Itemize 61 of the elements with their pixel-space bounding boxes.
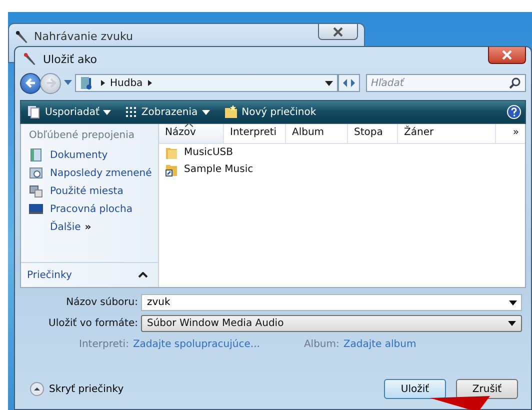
field-label: Album:	[304, 339, 340, 350]
more-link[interactable]: Ďalšie »	[29, 218, 158, 236]
refresh-button[interactable]	[338, 74, 360, 92]
breadcrumb[interactable]: Hudba	[110, 78, 143, 88]
column-header[interactable]: »	[496, 124, 525, 143]
folder-icon	[165, 146, 179, 160]
favorite-link[interactable]: Dokumenty	[29, 146, 158, 164]
grid-icon	[125, 106, 138, 118]
column-header[interactable]: Stopa	[348, 124, 398, 143]
search-icon	[509, 77, 521, 89]
toolbar-button[interactable]: Nový priečinok	[222, 105, 318, 119]
pages-icon	[27, 105, 41, 119]
help-button[interactable]	[507, 105, 521, 119]
pointer-arrow	[430, 396, 490, 410]
file-item[interactable]: Sample Music	[159, 161, 525, 178]
chevron-icon	[148, 80, 152, 86]
dialog-button[interactable]: Zrušiť	[456, 379, 518, 399]
close-icon	[333, 26, 343, 36]
window-title: Uložiť ako	[43, 52, 97, 66]
microphone-icon	[23, 52, 38, 66]
column-header[interactable]: Interpreti	[224, 124, 286, 143]
column-header[interactable]: Žáner	[398, 124, 496, 143]
right-arrow-icon	[44, 77, 56, 89]
file-item[interactable]: MusicUSB	[159, 144, 525, 161]
dropdown-arrow-icon	[325, 80, 333, 86]
section-heading: Obľúbené prepojenia	[29, 130, 136, 141]
folders-toggle[interactable]: Priečinky	[21, 262, 158, 287]
chevron-up-icon	[138, 272, 148, 278]
column-header[interactable]: Album	[286, 124, 348, 143]
caret-icon	[64, 80, 72, 86]
field-label: Uložiť vo formáte:	[48, 318, 138, 329]
format-dropdown[interactable]: Súbor Window Media Audio	[141, 315, 522, 332]
back-button[interactable]	[20, 72, 41, 94]
chevron-icon	[101, 80, 105, 86]
field-label: Interpreti:	[79, 339, 129, 350]
hide-folders-button[interactable]: Skryť priečinky	[30, 382, 124, 396]
column-header[interactable]: Názov	[159, 124, 224, 143]
address-field[interactable]: Hudba	[75, 74, 338, 92]
folder-icon	[224, 105, 238, 119]
microphone-icon	[15, 30, 30, 45]
search-field[interactable]: Hľadať	[366, 74, 526, 92]
field-label: Názov súboru:	[65, 297, 138, 308]
favorite-link[interactable]: Použité miesta	[29, 182, 158, 200]
dialog-button[interactable]: Uložiť	[384, 379, 446, 399]
toolbar-button[interactable]: Usporiadať	[25, 105, 114, 119]
document-icon	[29, 148, 43, 162]
left-arrow-icon	[24, 77, 36, 89]
close-button[interactable]	[488, 47, 526, 64]
chevron-up-icon	[30, 382, 44, 396]
folder-shortcut-icon	[165, 162, 179, 176]
window-title: Nahrávanie zvuku	[34, 30, 134, 43]
filename-field[interactable]: zvuk	[141, 294, 522, 311]
question-icon	[507, 105, 521, 119]
close-button[interactable]	[318, 24, 358, 40]
favorite-link[interactable]: Pracovná plocha	[29, 200, 158, 218]
monitor-icon	[29, 202, 43, 216]
dropdown-arrow-icon	[509, 300, 517, 305]
dropdown-arrow-icon	[508, 321, 516, 326]
toolbar-button[interactable]: Zobrazenia	[123, 106, 212, 118]
favorite-link[interactable]: Naposledy zmenené	[29, 164, 158, 182]
close-icon	[502, 50, 512, 60]
